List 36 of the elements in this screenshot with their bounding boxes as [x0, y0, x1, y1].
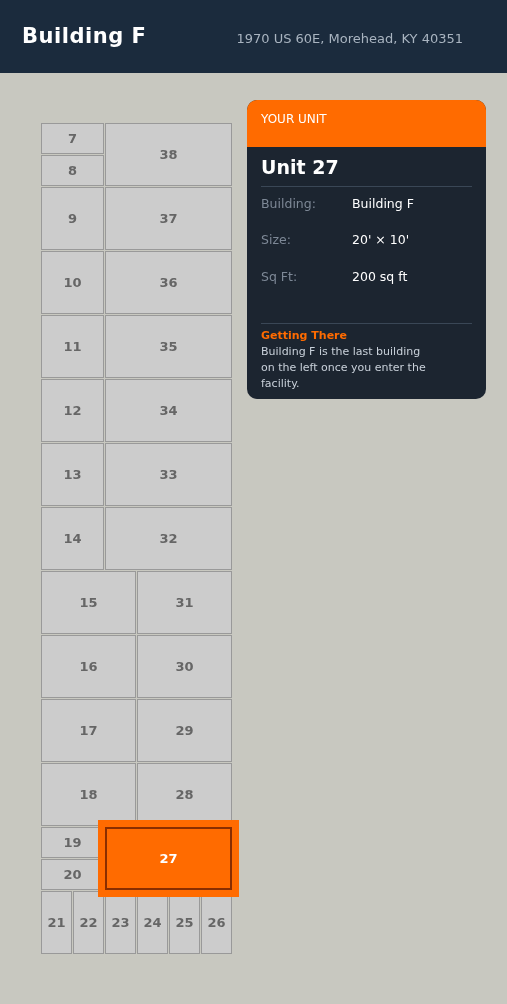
detail-value: 20' × 10'	[352, 231, 410, 250]
storage-unit[interactable]: 16	[41, 635, 136, 698]
detail-value: 200 sq ft	[352, 268, 408, 286]
storage-unit[interactable]: 7	[41, 123, 104, 154]
storage-unit[interactable]: 36	[105, 251, 232, 314]
storage-unit[interactable]: 15	[41, 571, 136, 634]
page-title: Building F	[22, 22, 147, 50]
storage-unit[interactable]: 34	[105, 379, 232, 442]
address: 1970 US 60E, Morehead, KY 40351	[236, 29, 463, 48]
directions-text: Building F is the last building on the left once you enter the facility.	[261, 344, 427, 393]
storage-unit[interactable]: 13	[41, 443, 104, 506]
storage-unit[interactable]: 18	[41, 763, 136, 826]
storage-unit[interactable]: 37	[105, 187, 232, 250]
directions-title: Getting There	[261, 327, 348, 344]
storage-unit[interactable]: 29	[137, 699, 232, 762]
storage-unit[interactable]: 9	[41, 187, 104, 250]
unit-title: Unit 27	[261, 147, 472, 187]
storage-unit[interactable]: 22	[73, 891, 104, 954]
storage-unit[interactable]: 30	[137, 635, 232, 698]
storage-unit[interactable]: 31	[137, 571, 232, 634]
detail-label: Building:	[261, 194, 317, 213]
storage-unit[interactable]: 10	[41, 251, 104, 314]
detail-label: Size:	[261, 231, 292, 250]
detail-value: Building F	[352, 194, 414, 213]
storage-unit[interactable]: 32	[105, 507, 232, 570]
storage-unit[interactable]: 8	[41, 155, 104, 186]
detail-label: Sq Ft:	[261, 268, 299, 286]
storage-unit[interactable]: 35	[105, 315, 232, 378]
card-eyebrow: YOUR UNIT	[261, 112, 327, 126]
storage-unit[interactable]: 11	[41, 315, 104, 378]
storage-unit[interactable]: 14	[41, 507, 104, 570]
storage-unit[interactable]: 21	[41, 891, 72, 954]
storage-unit[interactable]: 33	[105, 443, 232, 506]
storage-unit[interactable]: 17	[41, 699, 136, 762]
storage-unit[interactable]: 38	[105, 123, 232, 186]
storage-unit[interactable]: 12	[41, 379, 104, 442]
